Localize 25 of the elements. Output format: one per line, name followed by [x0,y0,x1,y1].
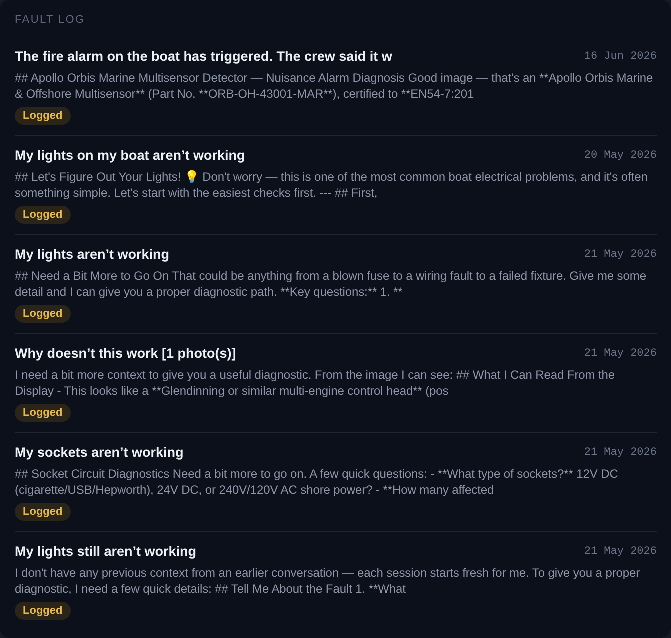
entry-title: The fire alarm on the boat has triggered. The crew said it w [15,49,392,65]
status-badge: Logged [15,107,71,125]
status-badge: Logged [15,305,71,323]
status-badge: Logged [15,602,71,620]
entry-date: 21 May 2026 [584,248,657,262]
entry-title: My lights still aren’t working [15,544,197,560]
entry-title: Why doesn’t this work [1 photo(s)] [15,346,236,362]
status-badge: Logged [15,503,71,521]
entry-date: 20 May 2026 [584,149,657,163]
entry-preview: ## Socket Circuit Diagnostics Need a bit more to go on. A few quick questions: - **What type of sockets?** 12V DC (cigarette/USB/Hepworth), 24V DC, or 240V/120V AC shore power? - **How many affected [15,466,620,498]
entry-date: 21 May 2026 [584,545,657,559]
entry-title: My sockets aren’t working [15,445,184,461]
entry-preview: I need a bit more context to give you a useful diagnostic. From the image I can see: ## What I Can Read From the Display - This looks like a **Glendinning or similar multi-engine control head** (pos [15,367,616,399]
entry-title: My lights on my boat aren’t working [15,148,246,164]
status-badge: Logged [15,404,71,422]
section-title: FAULT LOG [15,13,86,27]
entry-preview: ## Let's Figure Out Your Lights! 💡 Don't worry — this is one of the most common boat electrical problems, and it's often something simple. Let's start with the easiest checks first. --- ## First, [15,169,649,201]
entry-title: My lights aren’t working [15,247,170,263]
entry-preview: I don't have any previous context from an earlier conversation — each session starts fresh for me. To give you a proper diagnostic, I need a few quick details: ## Tell Me About the Fault 1. **What [15,565,642,597]
entry-date: 21 May 2026 [584,446,657,460]
status-badge: Logged [15,206,71,224]
entry-preview: ## Apollo Orbis Marine Multisensor Detector — Nuisance Alarm Diagnosis Good image — that's an **Apollo Orbis Marine & Offshore Multisensor** (Part No. **ORB-OH-43001-MAR**), certified to **EN54-7:201 [15,70,654,102]
entry-date: 16 Jun 2026 [584,50,657,64]
entry-preview: ## Need a Bit More to Go On That could be anything from a blown fuse to a wiring fault to a failed fixture. Give me some detail and I can give you a proper diagnostic path. **Key questions:** 1. ** [15,268,648,300]
entry-date: 21 May 2026 [584,347,657,361]
